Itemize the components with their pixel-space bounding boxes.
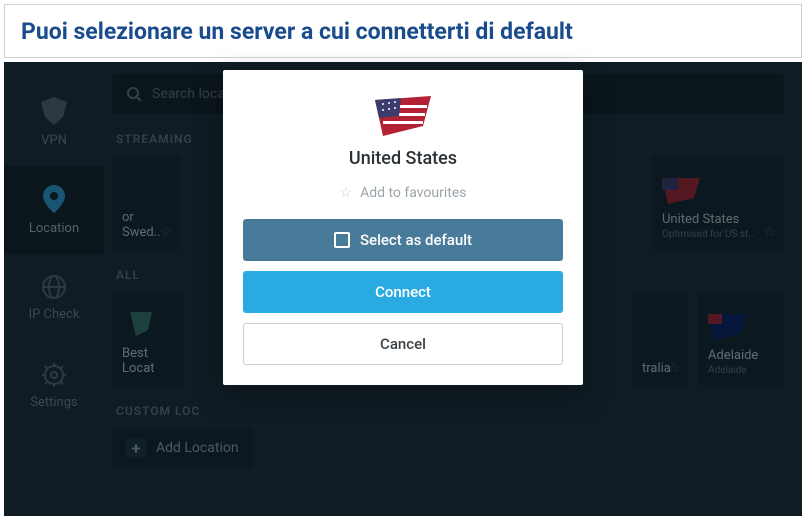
cancel-label: Cancel: [380, 335, 426, 353]
modal-overlay: United States ☆ Add to favourites Select…: [4, 62, 802, 516]
modal-title: United States: [349, 148, 457, 169]
select-default-label: Select as default: [360, 231, 472, 249]
checkbox-icon: [334, 232, 350, 248]
connect-label: Connect: [375, 283, 431, 301]
add-favourites-button[interactable]: ☆ Add to favourites: [340, 185, 467, 201]
star-icon: ☆: [340, 185, 353, 201]
app-window: VPN Location IP Check Settings STREAMING…: [4, 62, 802, 516]
connect-button[interactable]: Connect: [243, 271, 563, 313]
location-modal: United States ☆ Add to favourites Select…: [223, 70, 583, 385]
favourites-label: Add to favourites: [360, 185, 466, 201]
cancel-button[interactable]: Cancel: [243, 323, 563, 365]
us-flag-icon: [375, 96, 431, 136]
instruction-banner: Puoi selezionare un server a cui connett…: [4, 4, 802, 58]
banner-text: Puoi selezionare un server a cui connett…: [21, 18, 573, 45]
select-default-button[interactable]: Select as default: [243, 219, 563, 261]
